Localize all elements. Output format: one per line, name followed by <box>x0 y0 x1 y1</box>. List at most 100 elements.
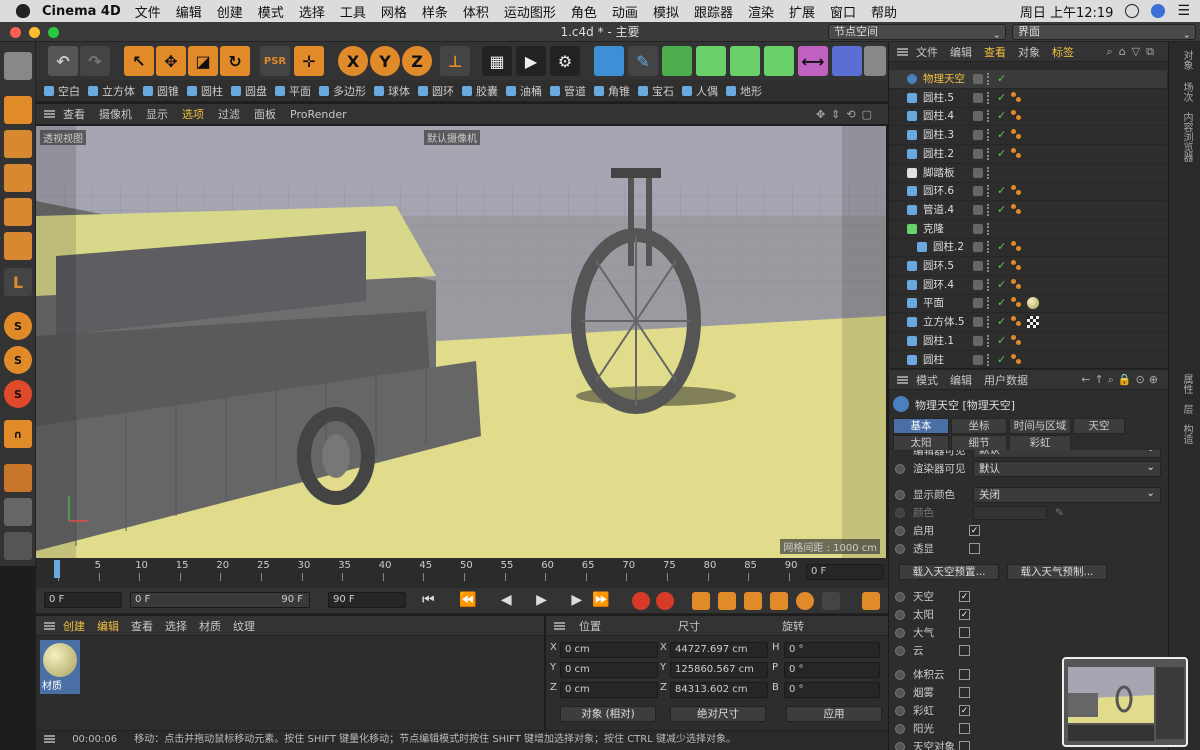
sky-object-checkbox[interactable] <box>959 723 970 734</box>
sky-feature-checkbox[interactable]: ✓ <box>959 609 970 620</box>
tab-details[interactable]: 细节 <box>951 435 1007 451</box>
texture-tag-icon[interactable] <box>1027 316 1039 329</box>
menu-volume[interactable]: 体积 <box>463 2 489 21</box>
tab-coordinates[interactable]: 坐标 <box>951 418 1007 434</box>
enabled-check-icon[interactable]: ✓ <box>997 70 1006 88</box>
z-axis-lock-icon[interactable]: Z <box>402 46 432 76</box>
om-menu-view[interactable]: 查看 <box>984 44 1006 60</box>
coord-position-field[interactable]: 0 cm <box>560 642 658 658</box>
points-mode-icon[interactable] <box>4 164 32 192</box>
sky-object-radio[interactable] <box>895 688 905 698</box>
rtab-structure[interactable]: 构造 <box>1179 424 1194 444</box>
visibility-dots-icon[interactable] <box>987 129 993 142</box>
object-oiltank[interactable]: 油桶 <box>506 83 542 99</box>
scale-icon[interactable]: ◪ <box>188 46 218 76</box>
sky-feature-checkbox[interactable] <box>959 645 970 656</box>
material-swatch[interactable]: 材质 <box>40 640 80 694</box>
menu-mesh[interactable]: 网格 <box>381 2 407 21</box>
object-name[interactable]: 圆环.6 <box>923 182 954 200</box>
vp-menu-options[interactable]: 选项 <box>182 106 204 122</box>
menu-mograph[interactable]: 运动图形 <box>504 2 556 21</box>
tab-time-location[interactable]: 时间与区域 <box>1009 418 1071 434</box>
object-row[interactable]: 圆柱.2 ✓ <box>889 238 1167 258</box>
render-picture-viewer-icon[interactable]: ▶ <box>516 46 546 76</box>
menu-tools[interactable]: 工具 <box>340 2 366 21</box>
object-disc[interactable]: 圆盘 <box>231 83 267 99</box>
coord-mode-select[interactable]: 对象 (相对) <box>560 706 656 722</box>
sky-object-radio[interactable] <box>895 670 905 680</box>
object-sphere[interactable]: 球体 <box>374 83 410 99</box>
visibility-dots-icon[interactable] <box>987 147 993 160</box>
subdivision-icon[interactable] <box>662 46 692 76</box>
apply-button[interactable]: 应用 <box>786 706 882 722</box>
enabled-check-icon[interactable]: ✓ <box>997 294 1006 312</box>
render-visible-radio[interactable] <box>895 464 905 474</box>
object-name[interactable]: 圆柱.5 <box>923 89 954 107</box>
preview-range-slider[interactable]: 0 F 90 F <box>130 592 310 608</box>
sky-feature-radio[interactable] <box>895 592 905 602</box>
object-name[interactable]: 圆柱.3 <box>923 126 954 144</box>
object-pyramid[interactable]: 角锥 <box>594 83 630 99</box>
vp-menu-cameras[interactable]: 摄像机 <box>99 106 132 122</box>
visibility-dots-icon[interactable] <box>987 73 993 85</box>
menu-animate[interactable]: 动画 <box>612 2 638 21</box>
magnet-icon[interactable]: ∩ <box>4 420 32 448</box>
visibility-dots-icon[interactable] <box>987 353 993 366</box>
transform-icon[interactable]: ✛ <box>294 46 324 76</box>
enabled-check-icon[interactable]: ✓ <box>997 145 1006 163</box>
layer-icon[interactable] <box>973 223 983 234</box>
coord-menu-icon[interactable] <box>554 621 565 630</box>
layer-icon[interactable] <box>973 261 983 271</box>
enabled-check-icon[interactable]: ✓ <box>997 332 1006 350</box>
sky-feature-radio[interactable] <box>895 628 905 638</box>
quantize-icon[interactable]: S <box>4 380 32 408</box>
object-name[interactable]: 克隆 <box>923 220 944 238</box>
load-weather-preset-button[interactable]: 载入天气预制... <box>1007 564 1107 580</box>
visibility-dots-icon[interactable] <box>987 260 993 272</box>
redo-icon[interactable]: ↷ <box>80 46 110 76</box>
object-row[interactable]: 物理天空 ✓ <box>889 70 1167 89</box>
vp-menu-display[interactable]: 显示 <box>146 106 168 122</box>
phong-tag-icon[interactable] <box>1011 297 1023 309</box>
object-capsule[interactable]: 胶囊 <box>462 83 498 99</box>
live-select-icon[interactable]: ↖ <box>124 46 154 76</box>
phong-tag-icon[interactable] <box>1011 147 1023 160</box>
layer-icon[interactable] <box>973 354 983 365</box>
close-window-icon[interactable] <box>10 27 21 38</box>
object-name[interactable]: 圆柱.1 <box>923 332 954 350</box>
objmgr-menu-icon[interactable] <box>897 47 908 56</box>
coord-size-field[interactable]: 44727.697 cm <box>670 642 768 658</box>
sky-feature-checkbox[interactable] <box>959 627 970 638</box>
object-row[interactable]: 圆柱.2 ✓ <box>889 145 1167 164</box>
enabled-check-icon[interactable]: ✓ <box>997 313 1006 331</box>
menu-tracker[interactable]: 跟踪器 <box>694 2 733 21</box>
object-cube[interactable]: 立方体 <box>88 83 135 99</box>
coord-position-field[interactable]: 0 cm <box>560 682 658 698</box>
sky-object-radio[interactable] <box>895 742 905 750</box>
layer-icon[interactable] <box>973 186 983 197</box>
load-sky-preset-button[interactable]: 载入天空预置... <box>899 564 999 580</box>
sky-object-radio[interactable] <box>895 724 905 734</box>
object-name[interactable]: 圆柱.4 <box>923 107 954 125</box>
enabled-check-icon[interactable]: ✓ <box>997 238 1006 256</box>
node-space-select[interactable]: 节点空间 <box>828 24 1006 40</box>
undo-icon[interactable]: ↶ <box>48 46 78 76</box>
menu-spline[interactable]: 样条 <box>422 2 448 21</box>
object-row[interactable]: 平面 ✓ <box>889 294 1167 314</box>
layer-icon[interactable] <box>973 74 983 84</box>
transparent-checkbox[interactable] <box>969 543 980 554</box>
visibility-dots-icon[interactable] <box>987 222 993 235</box>
floor-icon[interactable] <box>864 46 886 76</box>
om-menu-edit[interactable]: 编辑 <box>950 44 972 60</box>
object-name[interactable]: 脚踏板 <box>923 164 955 182</box>
object-torus[interactable]: 圆环 <box>418 83 454 99</box>
object-plane[interactable]: 平面 <box>275 83 311 99</box>
object-row[interactable]: 管道.4 ✓ <box>889 201 1167 220</box>
psr-icon[interactable]: PSR <box>260 46 290 76</box>
align-workplane-icon[interactable] <box>4 532 32 560</box>
enabled-check-icon[interactable]: ✓ <box>997 107 1006 125</box>
phong-tag-icon[interactable] <box>1011 334 1023 347</box>
phong-tag-icon[interactable] <box>1011 241 1023 253</box>
phong-tag-icon[interactable] <box>1011 278 1023 291</box>
visibility-dots-icon[interactable] <box>987 166 993 179</box>
